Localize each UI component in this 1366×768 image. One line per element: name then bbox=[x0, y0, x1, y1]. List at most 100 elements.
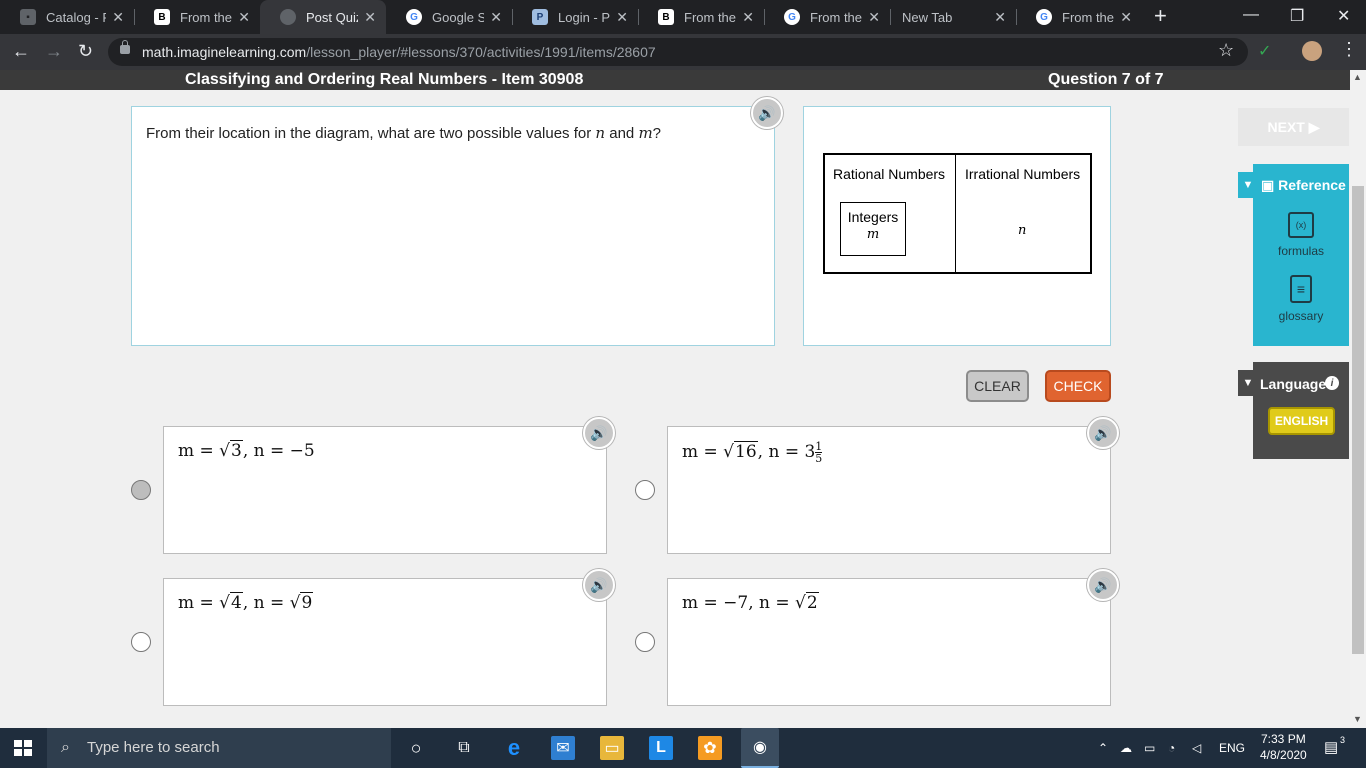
reference-panel: ▣ Reference (x) formulas ≡ glossary bbox=[1253, 164, 1349, 346]
browser-tab[interactable]: G From their ✕ bbox=[1016, 0, 1142, 34]
fraction: 15 bbox=[815, 440, 823, 465]
formulas-item[interactable]: (x) formulas bbox=[1253, 212, 1349, 258]
close-icon[interactable]: ✕ bbox=[868, 9, 880, 26]
browser-tab[interactable]: P Login - Pow ✕ bbox=[512, 0, 638, 34]
speaker-icon[interactable]: 🔊 bbox=[1087, 569, 1119, 601]
battery-icon[interactable]: ▭ bbox=[1144, 728, 1155, 768]
browser-tab[interactable]: G Google Sea ✕ bbox=[386, 0, 512, 34]
choice-radio-c[interactable] bbox=[131, 632, 151, 652]
language-indicator[interactable]: ENG bbox=[1219, 728, 1245, 768]
avatar[interactable] bbox=[1302, 41, 1322, 61]
language-panel: Language i ENGLISH bbox=[1253, 362, 1349, 459]
app-icon[interactable]: ✿ bbox=[698, 736, 722, 760]
window-close-icon[interactable]: ✕ bbox=[1337, 6, 1350, 26]
browser-tab[interactable]: ▪ Catalog - R ✕ bbox=[0, 0, 134, 34]
windows-taskbar: ⌕ Type here to search ○ ⧉ e ✉ ▭ L ✿ ◉ ⌃ … bbox=[0, 728, 1366, 768]
edge-icon[interactable]: e bbox=[502, 735, 526, 760]
back-icon[interactable]: ← bbox=[12, 41, 30, 62]
m-label: m bbox=[866, 227, 880, 242]
tray-chevron-icon[interactable]: ⌃ bbox=[1098, 728, 1108, 768]
close-icon[interactable]: ✕ bbox=[994, 9, 1006, 26]
search-icon: ⌕ bbox=[61, 739, 70, 756]
file-explorer-icon[interactable]: ▭ bbox=[600, 736, 624, 760]
english-button[interactable]: ENGLISH bbox=[1268, 407, 1335, 435]
task-view-icon[interactable]: ⧉ bbox=[452, 736, 476, 760]
scroll-down-icon[interactable]: ▼ bbox=[1353, 714, 1362, 724]
close-icon[interactable]: ✕ bbox=[112, 9, 124, 26]
check-button[interactable]: CHECK bbox=[1045, 370, 1111, 402]
lesson-header: Classifying and Ordering Real Numbers - … bbox=[0, 70, 1350, 90]
mail-icon[interactable]: ✉ bbox=[551, 736, 575, 760]
onedrive-icon[interactable]: ☁ bbox=[1120, 728, 1132, 768]
browser-tab[interactable]: New Tab ✕ bbox=[890, 0, 1016, 34]
launcher-l-icon[interactable]: L bbox=[649, 736, 673, 760]
formulas-icon: (x) bbox=[1288, 212, 1314, 238]
cortana-icon[interactable]: ○ bbox=[404, 736, 428, 760]
n-label: n bbox=[1018, 223, 1027, 238]
catalog-icon: ▪ bbox=[20, 9, 36, 25]
speaker-icon[interactable]: 🔊 bbox=[751, 97, 783, 129]
diagram-divider bbox=[955, 155, 956, 272]
close-icon[interactable]: ✕ bbox=[490, 9, 502, 26]
speaker-icon[interactable]: 🔊 bbox=[583, 417, 615, 449]
integers-box: Integers m bbox=[840, 202, 906, 256]
reference-title: ▣ Reference bbox=[1261, 177, 1346, 193]
chrome-icon[interactable]: ◉ bbox=[741, 728, 779, 768]
answer-choice[interactable]: m = −7, n = √2 bbox=[667, 578, 1111, 706]
browser-tab[interactable]: B From their ✕ bbox=[134, 0, 260, 34]
taskbar-search[interactable]: ⌕ Type here to search bbox=[47, 728, 391, 768]
extension-check-icon[interactable]: ✓ bbox=[1258, 41, 1271, 61]
browser-toolbar: ← → ↻ math.imaginelearning.com/lesson_pl… bbox=[0, 34, 1366, 70]
taskbar-clock[interactable]: 7:33 PM 4/8/2020 bbox=[1260, 731, 1307, 763]
close-icon[interactable]: ✕ bbox=[364, 9, 376, 26]
close-icon[interactable]: ✕ bbox=[616, 9, 628, 26]
google-icon: G bbox=[784, 9, 800, 25]
new-tab-icon[interactable]: + bbox=[1154, 5, 1167, 27]
lock-icon[interactable] bbox=[120, 40, 130, 54]
address-bar[interactable]: math.imaginelearning.com/lesson_player/#… bbox=[108, 38, 1248, 66]
answer-choice[interactable]: m = √3, n = −5 bbox=[163, 426, 607, 554]
powerschool-icon: P bbox=[532, 9, 548, 25]
diagram-panel: Rational Numbers Irrational Numbers Inte… bbox=[803, 106, 1111, 346]
clear-button[interactable]: CLEAR bbox=[966, 370, 1029, 402]
minimize-icon[interactable]: — bbox=[1243, 6, 1259, 24]
integers-label: Integers bbox=[847, 209, 899, 225]
number-diagram: Rational Numbers Irrational Numbers Inte… bbox=[823, 153, 1092, 274]
forward-icon[interactable]: → bbox=[45, 41, 63, 62]
info-icon[interactable]: i bbox=[1325, 376, 1339, 390]
reload-icon[interactable]: ↻ bbox=[78, 41, 93, 62]
volume-icon[interactable]: ◁ bbox=[1192, 728, 1201, 768]
browser-tab[interactable]: B From their ✕ bbox=[638, 0, 764, 34]
choice-radio-a[interactable] bbox=[131, 480, 151, 500]
menu-icon[interactable]: ⋮ bbox=[1340, 39, 1358, 60]
choice-radio-b[interactable] bbox=[635, 480, 655, 500]
language-title: Language bbox=[1260, 376, 1327, 392]
speaker-icon[interactable]: 🔊 bbox=[1087, 417, 1119, 449]
question-counter: Question 7 of 7 bbox=[1048, 71, 1164, 88]
choice-expression: m = √4, n = √9 bbox=[178, 592, 314, 613]
restore-icon[interactable]: ❐ bbox=[1290, 6, 1304, 26]
loading-icon bbox=[280, 9, 296, 25]
speaker-icon[interactable]: 🔊 bbox=[583, 569, 615, 601]
rational-numbers-label: Rational Numbers bbox=[833, 166, 946, 182]
wifi-icon[interactable]: ◔ bbox=[1168, 728, 1175, 768]
next-button[interactable]: NEXT ▶ bbox=[1238, 108, 1349, 146]
question-panel: From their location in the diagram, what… bbox=[131, 106, 775, 346]
choice-radio-d[interactable] bbox=[635, 632, 655, 652]
scrollbar-thumb[interactable] bbox=[1352, 186, 1364, 654]
close-icon[interactable]: ✕ bbox=[742, 9, 754, 26]
glossary-item[interactable]: ≡ glossary bbox=[1253, 275, 1349, 323]
notifications-icon[interactable]: ▤ bbox=[1324, 728, 1338, 768]
close-icon[interactable]: ✕ bbox=[238, 9, 250, 26]
brainly-icon: B bbox=[658, 9, 674, 25]
scroll-up-icon[interactable]: ▲ bbox=[1353, 72, 1362, 82]
windows-start-icon[interactable] bbox=[14, 740, 32, 756]
close-icon[interactable]: ✕ bbox=[1120, 9, 1132, 26]
google-icon: G bbox=[1036, 9, 1052, 25]
brainly-icon: B bbox=[154, 9, 170, 25]
answer-choice[interactable]: m = √4, n = √9 bbox=[163, 578, 607, 706]
bookmark-star-icon[interactable]: ☆ bbox=[1218, 40, 1234, 61]
browser-tab[interactable]: G From their ✕ bbox=[764, 0, 890, 34]
browser-tab-active[interactable]: Post Quiz ✕ bbox=[260, 0, 386, 34]
answer-choice[interactable]: m = √16, n = 315 bbox=[667, 426, 1111, 554]
